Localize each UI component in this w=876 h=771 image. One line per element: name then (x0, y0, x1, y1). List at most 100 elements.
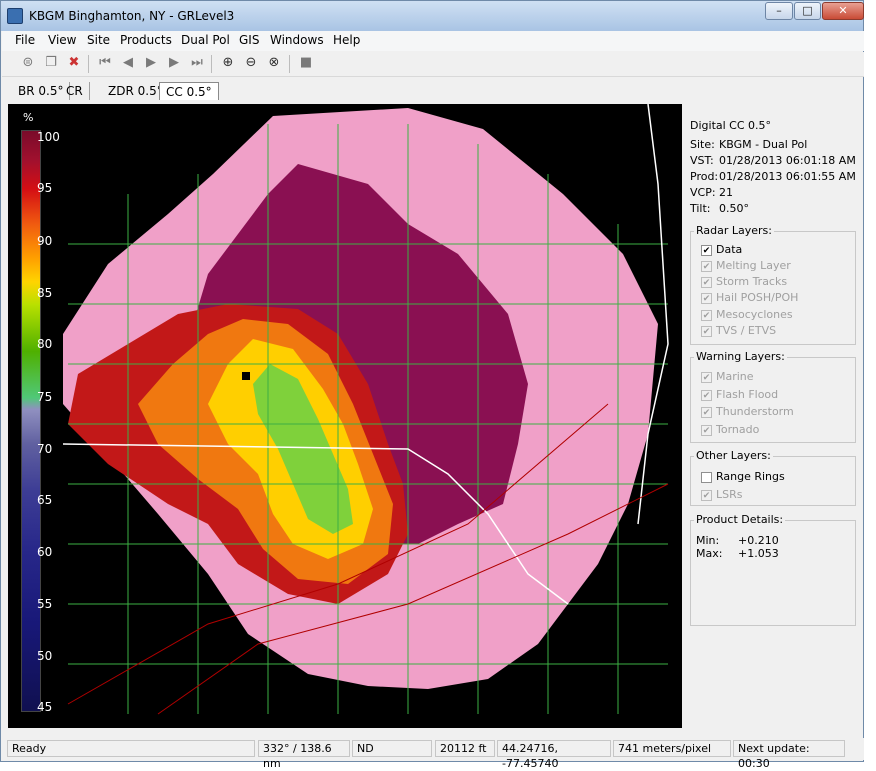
check-icon: ✔ (701, 424, 712, 436)
app-window: KBGM Binghamton, NY - GRLevel3 – □ ✕ Fil… (0, 0, 864, 770)
menu-gis[interactable]: GIS (239, 33, 259, 47)
side-panel: Digital CC 0.5° Site: KBGM - Dual Pol VS… (685, 104, 861, 728)
max-label: Max: (696, 547, 723, 560)
range-rings-checkbox[interactable]: Range Rings (701, 470, 785, 484)
max-value: +1.053 (738, 547, 779, 560)
first-frame-icon[interactable]: ⏮ (97, 55, 113, 71)
layer-storm-tracks-checkbox[interactable]: ✔ Storm Tracks (701, 275, 787, 289)
zoom-in-icon[interactable]: ⊕ (220, 55, 236, 71)
check-icon: ✔ (701, 244, 712, 256)
radar-site-marker (242, 372, 250, 380)
zoom-out-icon[interactable]: ⊖ (243, 55, 259, 71)
check-icon: ✔ (701, 406, 712, 418)
product-details-title: Product Details: (694, 513, 786, 526)
close-button[interactable]: ✕ (822, 2, 864, 20)
check-icon: ✔ (701, 489, 712, 501)
product-details-group: Product Details: Min: +0.210 Max: +1.053 (690, 513, 856, 626)
check-icon: ✔ (701, 292, 712, 304)
menu-dual-pol[interactable]: Dual Pol (181, 33, 230, 47)
scale-tick: 95 (37, 181, 53, 195)
next-frame-icon[interactable]: ▶ (166, 55, 182, 71)
menu-products[interactable]: Products (120, 33, 172, 47)
vcp-value: 21 (719, 186, 733, 199)
status-next-update: Next update: 00:30 (733, 740, 845, 770)
warning-thunderstorm-checkbox[interactable]: ✔ Thunderstorm (701, 405, 794, 419)
color-scale-bar (21, 130, 41, 712)
product-name: Digital CC 0.5° (690, 119, 772, 132)
scale-tick: 60 (37, 545, 53, 559)
scale-tick: 85 (37, 286, 53, 300)
menu-site[interactable]: Site (87, 33, 110, 47)
layer-data-checkbox[interactable]: ✔ Data (701, 243, 742, 257)
menu-help[interactable]: Help (333, 33, 360, 47)
scale-tick: 45 (37, 700, 53, 714)
tilt-label: Tilt: (690, 202, 711, 215)
min-value: +0.210 (738, 534, 779, 547)
warning-tornado-checkbox[interactable]: ✔ Tornado (701, 423, 759, 437)
scale-tick: 65 (37, 493, 53, 507)
radar-image (62, 104, 669, 715)
site-label: Site: (690, 138, 715, 151)
minimize-button[interactable]: – (765, 2, 793, 20)
scale-tick: 50 (37, 649, 53, 663)
title-bar[interactable]: KBGM Binghamton, NY - GRLevel3 – □ ✕ (1, 1, 864, 31)
prev-frame-icon[interactable]: ◀ (120, 55, 136, 71)
status-ready: Ready (7, 740, 255, 757)
last-frame-icon[interactable]: ⏭ (189, 55, 205, 71)
status-resolution: 741 meters/pixel (613, 740, 731, 757)
other-layers-group: Other Layers: Range Rings ✔ LSRs (690, 449, 856, 506)
check-icon: ✔ (701, 371, 712, 383)
vst-value: 01/28/2013 06:01:18 AM (719, 154, 856, 167)
prod-value: 01/28/2013 06:01:55 AM (719, 170, 856, 183)
status-height: 20112 ft (435, 740, 495, 757)
zoom-reset-icon[interactable]: ⊗ (266, 55, 282, 71)
warning-flash-flood-checkbox[interactable]: ✔ Flash Flood (701, 388, 778, 402)
site-value: KBGM - Dual Pol (719, 138, 808, 151)
check-icon: ✔ (701, 325, 712, 337)
warning-marine-checkbox[interactable]: ✔ Marine (701, 370, 754, 384)
layer-mesocyclones-checkbox[interactable]: ✔ Mesocyclones (701, 308, 793, 322)
copy-icon[interactable]: ❐ (43, 55, 59, 71)
play-icon[interactable]: ▶ (143, 55, 159, 71)
check-icon: ✔ (701, 260, 712, 272)
menu-bar: File View Site Products Dual Pol GIS Win… (2, 31, 864, 51)
scale-tick: 90 (37, 234, 53, 248)
scale-tick: 55 (37, 597, 53, 611)
layer-hail-checkbox[interactable]: ✔ Hail POSH/POH (701, 291, 798, 305)
other-layers-title: Other Layers: (694, 449, 773, 462)
radar-layers-group: Radar Layers: ✔ Data ✔ Melting Layer ✔ Stor… (690, 224, 856, 345)
scale-tick: 70 (37, 442, 53, 456)
stop-icon[interactable]: ■ (298, 55, 314, 71)
vcp-label: VCP: (690, 186, 716, 199)
scale-tick: 100 (37, 130, 60, 144)
product-tabs: BR 0.5° CR ZDR 0.5° CC 0.5° (2, 80, 864, 102)
checkbox-empty-icon (701, 471, 712, 483)
menu-view[interactable]: View (48, 33, 76, 47)
radar-layers-title: Radar Layers: (694, 224, 774, 237)
tab-cr[interactable]: CR (60, 82, 90, 100)
layer-melting-checkbox[interactable]: ✔ Melting Layer (701, 259, 791, 273)
layer-tvs-checkbox[interactable]: ✔ TVS / ETVS (701, 324, 776, 338)
warning-layers-group: Warning Layers: ✔ Marine ✔ Flash Flood ✔ Th… (690, 350, 856, 443)
prod-label: Prod: (690, 170, 719, 183)
radar-map[interactable]: % 100 95 90 85 80 75 70 65 60 55 50 45 (8, 104, 682, 728)
tilt-value: 0.50° (719, 202, 749, 215)
window-title: KBGM Binghamton, NY - GRLevel3 (29, 9, 235, 23)
status-coords: 44.24716, -77.45740 (497, 740, 611, 770)
status-azimuth: 332° / 138.6 nm (258, 740, 350, 770)
tab-cc[interactable]: CC 0.5° (159, 82, 219, 100)
scale-unit: % (23, 111, 34, 124)
check-icon: ✔ (701, 309, 712, 321)
vst-label: VST: (690, 154, 714, 167)
radar-app-icon (7, 8, 23, 24)
warning-layers-title: Warning Layers: (694, 350, 787, 363)
maximize-button[interactable]: □ (794, 2, 821, 20)
check-icon: ✔ (701, 389, 712, 401)
lsrs-checkbox[interactable]: ✔ LSRs (701, 488, 743, 502)
toolbar: ⊜ ❐ ✖ ⏮ ◀ ▶ ▶ ⏭ ⊕ ⊖ ⊗ ■ (2, 52, 864, 77)
menu-windows[interactable]: Windows (270, 33, 324, 47)
menu-file[interactable]: File (15, 33, 35, 47)
scale-tick: 80 (37, 337, 53, 351)
delete-icon[interactable]: ✖ (66, 55, 82, 71)
save-icon[interactable]: ⊜ (20, 55, 36, 71)
